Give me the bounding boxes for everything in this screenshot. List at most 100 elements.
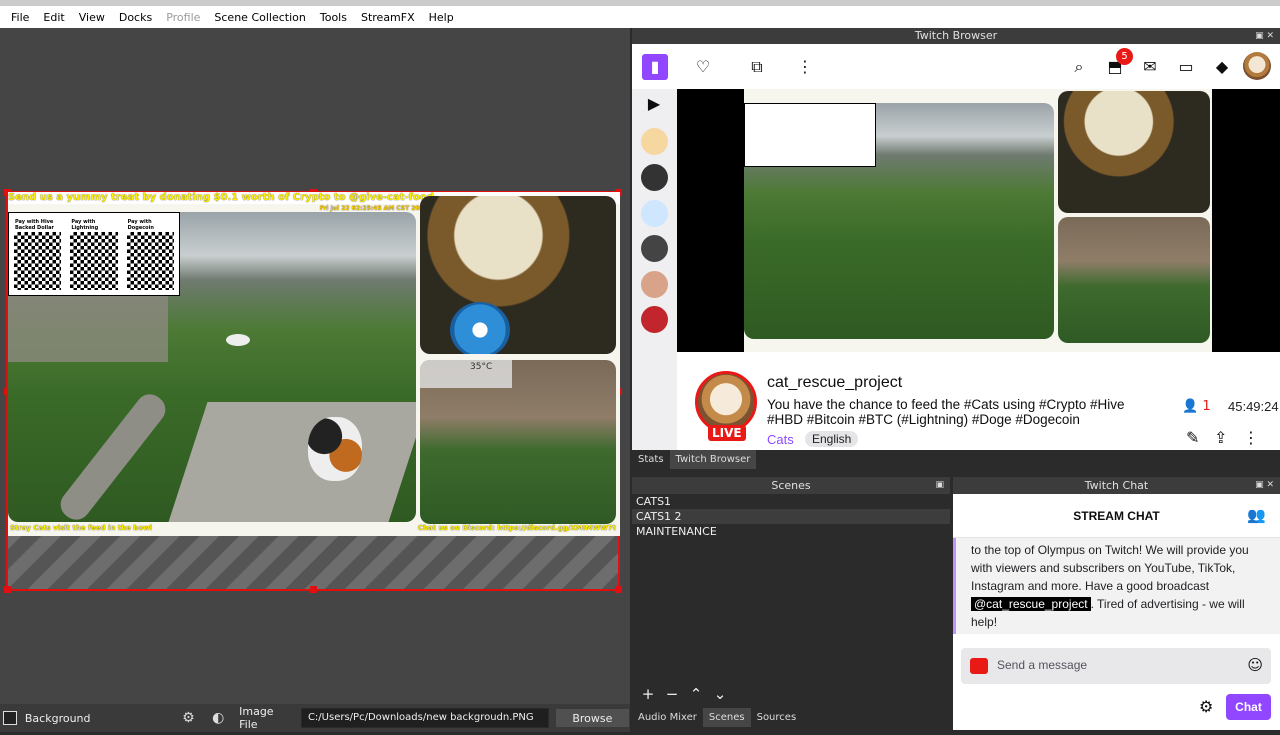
- followed-channel-avatar[interactable]: [641, 200, 668, 227]
- users-icon[interactable]: 👥: [1247, 506, 1266, 524]
- menu-scene-collection[interactable]: Scene Collection: [207, 11, 312, 24]
- qr-code: Pay with Lightning: [67, 215, 121, 293]
- twitch-browser: ▮ ♡ ⧉ ⋮ ⌕ ⬒ 5 ✉ ▭ ◆ ▶ LIVE cat_rescue_pr…: [632, 44, 1280, 450]
- qr-label: Pay with Lightning: [70, 218, 118, 232]
- dock-tabs-bottom: Audio Mixer Scenes Sources: [632, 708, 950, 727]
- gear-icon[interactable]: ⚙: [179, 709, 197, 727]
- scene-item[interactable]: MAINTENANCE: [632, 524, 950, 539]
- scene-item[interactable]: CATS1 2: [632, 509, 950, 524]
- stream-info: LIVE cat_rescue_project You have the cha…: [677, 352, 1280, 450]
- video-player[interactable]: [677, 89, 1280, 352]
- chat-mention[interactable]: @cat_rescue_project: [971, 597, 1091, 611]
- stream-frame: [744, 89, 1212, 352]
- dock-window-buttons[interactable]: ▣: [935, 477, 944, 494]
- more-icon[interactable]: ⋮: [1243, 428, 1259, 447]
- twitch-chat: STREAM CHAT 👥 to the top of Olympus on T…: [953, 494, 1280, 730]
- cat-image: [308, 417, 362, 481]
- heart-icon[interactable]: ♡: [690, 54, 716, 80]
- browse-button[interactable]: Browse: [554, 708, 631, 728]
- overlay-bottom-banner: Stray Cats visit the feed in the bowl Ch…: [8, 524, 620, 534]
- search-icon[interactable]: ⌕: [1066, 54, 1092, 80]
- edit-icon[interactable]: ✎: [1186, 428, 1199, 447]
- source-name: Background: [24, 711, 91, 725]
- qr-label: Pay with Dogecoin: [126, 218, 174, 232]
- twitch-logo-icon[interactable]: ▮: [642, 54, 668, 80]
- scene-item[interactable]: CATS1: [632, 494, 950, 509]
- tab-stats[interactable]: Stats: [632, 450, 670, 469]
- emoji-icon[interactable]: ☺: [1247, 656, 1263, 674]
- qr-code: Pay with Hive Backed Dollar: [11, 215, 65, 293]
- viewer-count-value: 1: [1202, 399, 1211, 414]
- add-icon[interactable]: +: [636, 685, 660, 703]
- chat-header: STREAM CHAT: [953, 494, 1280, 538]
- tab-sources[interactable]: Sources: [750, 708, 803, 727]
- move-down-icon[interactable]: ⌄: [708, 685, 732, 703]
- image-path-field[interactable]: C:/Users/Pc/Downloads/new backgroudn.PNG: [300, 708, 549, 728]
- dock-window-buttons[interactable]: ▣ ✕: [1255, 477, 1274, 494]
- chat-title-text: Twitch Chat: [1084, 479, 1149, 492]
- mail-icon[interactable]: ✉: [1137, 54, 1163, 80]
- channel-name[interactable]: cat_rescue_project: [767, 374, 902, 392]
- twitch-topnav: ▮ ♡ ⧉ ⋮ ⌕ ⬒ 5 ✉ ▭ ◆: [632, 44, 1280, 89]
- image-file-label: Image File: [239, 705, 274, 731]
- temperature: 35°C: [470, 362, 493, 372]
- menu-file[interactable]: File: [4, 11, 36, 24]
- dock-tabs-top: Stats Twitch Browser: [632, 450, 1280, 469]
- menu-edit[interactable]: Edit: [36, 11, 71, 24]
- stream-uptime: 45:49:24: [1228, 399, 1279, 414]
- followed-channel-avatar[interactable]: [641, 271, 668, 298]
- stream-title: You have the chance to feed the #Cats us…: [767, 397, 1125, 427]
- menu-streamfx[interactable]: StreamFX: [354, 11, 422, 24]
- followed-channel-avatar[interactable]: [641, 128, 668, 155]
- channel-avatar[interactable]: [695, 371, 757, 433]
- chat-message: to the top of Olympus on Twitch! We will…: [953, 538, 1280, 634]
- chat-send-button[interactable]: Chat: [1226, 694, 1271, 720]
- move-up-icon[interactable]: ⌃: [684, 685, 708, 703]
- qr-code: Pay with Dogecoin: [123, 215, 177, 293]
- overlay-bottom-right: Chat us on Discord: https://discord.gg/X…: [417, 524, 616, 532]
- user-avatar[interactable]: [1243, 52, 1271, 80]
- more-icon[interactable]: ⋮: [792, 54, 818, 80]
- resize-handle[interactable]: [615, 586, 622, 593]
- bits-icon[interactable]: ◆: [1209, 54, 1235, 80]
- scene-overlay: Send us a yummy treat by donating $0.1 w…: [8, 192, 620, 536]
- dock-window-buttons[interactable]: ▣ ✕: [1255, 28, 1274, 44]
- followed-channel-avatar[interactable]: [641, 164, 668, 191]
- language-tag[interactable]: English: [805, 431, 859, 447]
- viewer-count: 👤 1: [1182, 399, 1211, 414]
- followed-channel-avatar[interactable]: [641, 306, 668, 333]
- menu-docks[interactable]: Docks: [112, 11, 159, 24]
- followed-channel-avatar[interactable]: [641, 235, 668, 262]
- gear-icon[interactable]: ⚙: [1199, 697, 1213, 716]
- chat-message-text: to the top of Olympus on Twitch! We will…: [971, 543, 1249, 593]
- chat-input[interactable]: Send a message ☺: [961, 648, 1271, 684]
- share-icon[interactable]: ⇪: [1214, 428, 1227, 447]
- menu-help[interactable]: Help: [422, 11, 461, 24]
- overlay-bottom-left: Stray Cats visit the feed in the bowl: [10, 524, 152, 532]
- chat-placeholder: Send a message: [997, 658, 1088, 672]
- video-icon[interactable]: [970, 658, 988, 674]
- resize-handle[interactable]: [310, 586, 317, 593]
- video-camera-icon[interactable]: ▶: [641, 91, 667, 117]
- scenes-dock-title: Scenes ▣: [632, 477, 950, 494]
- notification-badge: 5: [1116, 48, 1133, 65]
- filters-icon[interactable]: ◐: [209, 709, 227, 727]
- stream-category[interactable]: Cats: [767, 432, 794, 447]
- browse-icon[interactable]: ⧉: [744, 54, 770, 80]
- tab-twitch-browser[interactable]: Twitch Browser: [669, 450, 757, 469]
- yard-camera: 35°C: [420, 360, 616, 524]
- menu-tools[interactable]: Tools: [313, 11, 354, 24]
- live-badge: LIVE: [708, 425, 746, 441]
- weather-widget: 35°C: [420, 360, 512, 388]
- scenes-title-text: Scenes: [771, 479, 811, 492]
- chat-dock-title: Twitch Chat ▣ ✕: [953, 477, 1280, 494]
- tab-audio-mixer[interactable]: Audio Mixer: [632, 708, 703, 727]
- whispers-icon[interactable]: ▭: [1173, 54, 1199, 80]
- tab-scenes[interactable]: Scenes: [702, 708, 751, 727]
- food-bowl-camera: [420, 196, 616, 354]
- person-icon: 👤: [1182, 399, 1199, 414]
- remove-icon[interactable]: −: [660, 685, 684, 703]
- resize-handle[interactable]: [4, 586, 11, 593]
- menu-profile[interactable]: Profile: [159, 11, 207, 24]
- menu-view[interactable]: View: [72, 11, 112, 24]
